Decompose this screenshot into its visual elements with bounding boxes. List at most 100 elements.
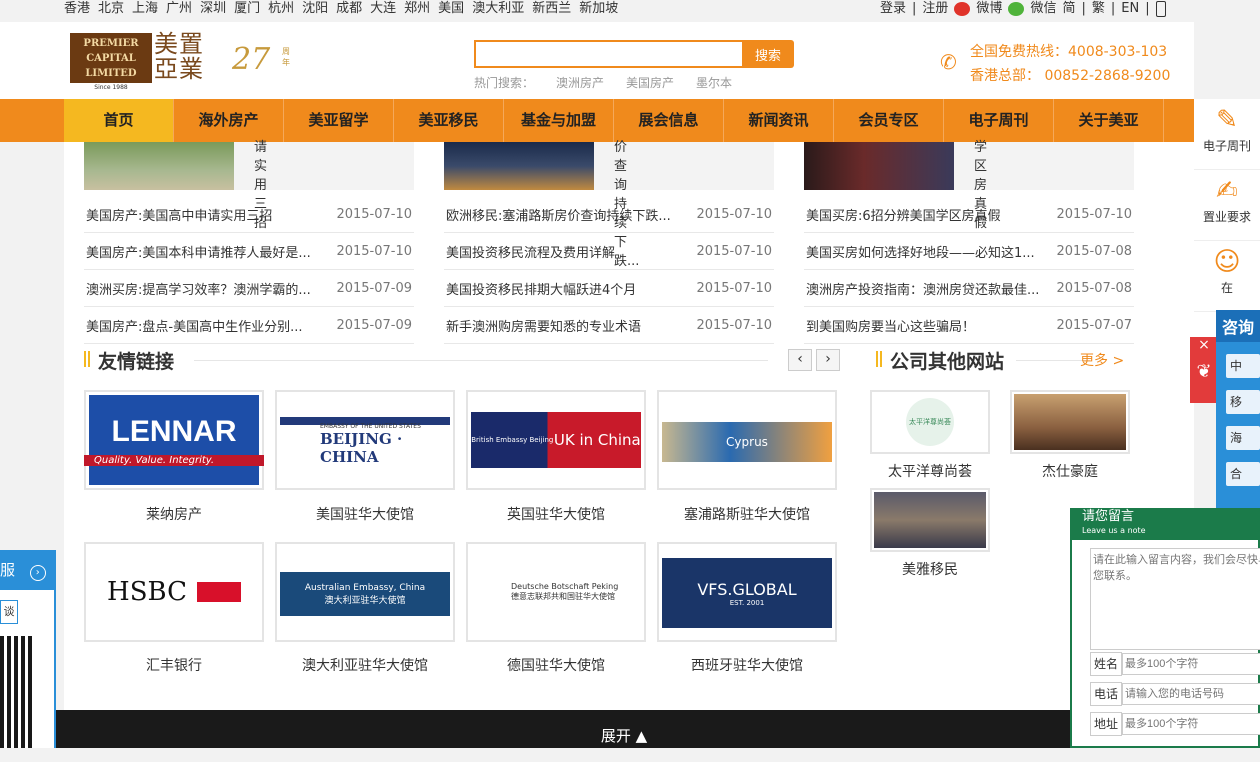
nav-item[interactable]: 关于美亚 [1054, 99, 1164, 142]
site-card[interactable] [1010, 390, 1130, 454]
site-card[interactable]: 太平洋尊尚荟 [870, 390, 990, 454]
news-title[interactable]: 美国投资移民排期大幅跃进4个月 [446, 279, 636, 298]
sidebar-item-online[interactable]: ☺ 在 [1194, 241, 1260, 312]
friend-link-name[interactable]: 塞浦路斯驻华大使馆 [657, 504, 837, 524]
news-row[interactable]: 新手澳洲购房需要知悉的专业术语 2015-07-10 [444, 307, 774, 344]
news-title[interactable]: 澳洲买房:提高学习效率？澳洲学霸的... [86, 279, 311, 298]
consult-item[interactable]: 合 [1226, 462, 1260, 486]
address-field[interactable] [1122, 713, 1260, 735]
city-link[interactable]: 沈阳 [302, 0, 328, 18]
friend-link-name[interactable]: 莱纳房产 [84, 504, 264, 524]
city-link[interactable]: 厦门 [234, 0, 260, 18]
chevron-right-icon[interactable]: › [29, 565, 46, 581]
news-title[interactable]: 新手澳洲购房需要知悉的专业术语 [446, 316, 641, 335]
city-link[interactable]: 美国 [438, 0, 464, 18]
friend-link-card[interactable]: LENNAR Quality. Value. Integrity. [84, 390, 264, 490]
news-row[interactable]: 到美国购房要当心这些骗局！ 2015-07-07 [804, 307, 1134, 344]
news-image[interactable] [444, 142, 594, 190]
friend-link-name[interactable]: 德国驻华大使馆 [466, 655, 646, 675]
news-row[interactable]: 美国买房如何选择好地段——必知这1... 2015-07-08 [804, 233, 1134, 270]
service-header[interactable]: 服 › [0, 550, 54, 590]
english-link[interactable]: EN [1121, 0, 1139, 18]
friend-link-card[interactable]: Deutsche Botschaft Peking 德意志联邦共和国驻华大使馆 [466, 542, 646, 642]
nav-item[interactable]: 电子周刊 [944, 99, 1054, 142]
site-card[interactable] [870, 488, 990, 552]
news-row[interactable]: 美国买房:6招分辨美国学区房真假 2015-07-10 [804, 196, 1134, 233]
news-image[interactable] [84, 142, 234, 190]
close-float-button[interactable]: × ❦ [1190, 337, 1218, 403]
city-link[interactable]: 北京 [98, 0, 124, 18]
nav-item[interactable]: 美亚留学 [284, 99, 394, 142]
city-link[interactable]: 深圳 [200, 0, 226, 18]
news-title[interactable]: 美国房产:盘点-美国高中生作业分别... [86, 316, 302, 335]
news-row[interactable]: 美国房产:美国高中申请实用三招 2015-07-10 [84, 196, 414, 233]
news-row[interactable]: 欧洲移民:塞浦路斯房价查询持续下跌... 2015-07-10 [444, 196, 774, 233]
city-link[interactable]: 杭州 [268, 0, 294, 18]
login-link[interactable]: 登录 [880, 0, 906, 18]
news-title[interactable]: 欧洲移民:塞浦路斯房价查询持续下跌... [446, 205, 671, 224]
wechat-icon[interactable] [1008, 2, 1025, 16]
next-button[interactable]: › [816, 349, 840, 371]
news-row[interactable]: 美国房产:美国本科申请推荐人最好是... 2015-07-10 [84, 233, 414, 270]
search-button[interactable]: 搜索 [742, 40, 794, 68]
news-title[interactable]: 澳洲房产投资指南：澳洲房贷还款最佳... [806, 279, 1039, 298]
nav-item[interactable]: 新闻资讯 [724, 99, 834, 142]
hot-link[interactable]: 墨尔本 [696, 74, 732, 91]
nav-item[interactable]: 首页 [64, 99, 174, 142]
register-link[interactable]: 注册 [922, 0, 948, 18]
friend-link-card[interactable]: British Embassy Beijing UK in China [466, 390, 646, 490]
news-row[interactable]: 澳洲房产投资指南：澳洲房贷还款最佳... 2015-07-08 [804, 270, 1134, 307]
search-input[interactable] [474, 40, 744, 68]
nav-item[interactable]: 海外房产 [174, 99, 284, 142]
logo-chinese[interactable]: 美置亞業 [154, 32, 210, 82]
mobile-icon[interactable] [1155, 1, 1166, 17]
city-link[interactable]: 澳大利亚 [472, 0, 524, 18]
city-link[interactable]: 香港 [64, 0, 90, 18]
consult-item[interactable]: 海 [1226, 426, 1260, 450]
sidebar-item-requirements[interactable]: ✍ 置业要求 [1194, 170, 1260, 241]
more-link[interactable]: 更多 > [1080, 350, 1124, 370]
wechat-link[interactable]: 微信 [1030, 0, 1056, 18]
weibo-icon[interactable] [954, 2, 971, 16]
site-name[interactable]: 太平洋尊尚荟 [870, 461, 990, 481]
friend-link-name[interactable]: 美国驻华大使馆 [275, 504, 455, 524]
city-link[interactable]: 郑州 [404, 0, 430, 18]
news-image[interactable] [804, 142, 954, 190]
city-link[interactable]: 上海 [132, 0, 158, 18]
message-textarea[interactable] [1090, 548, 1260, 650]
weibo-link[interactable]: 微博 [976, 0, 1002, 18]
phone-field[interactable] [1122, 683, 1260, 705]
friend-link-card[interactable]: VFS.GLOBAL EST. 2001 [657, 542, 837, 642]
friend-link-name[interactable]: 英国驻华大使馆 [466, 504, 646, 524]
hot-link[interactable]: 美国房产 [626, 74, 674, 91]
nav-item[interactable]: 基金与加盟 [504, 99, 614, 142]
prev-button[interactable]: ‹ [788, 349, 812, 371]
friend-link-card[interactable]: EMBASSY OF THE UNITED STATES BEIJING · C… [275, 390, 455, 490]
city-link[interactable]: 新西兰 [532, 0, 571, 18]
news-title[interactable]: 美国房产:美国本科申请推荐人最好是... [86, 242, 311, 261]
news-row[interactable]: 美国投资移民排期大幅跃进4个月 2015-07-10 [444, 270, 774, 307]
friend-link-name[interactable]: 西班牙驻华大使馆 [657, 655, 837, 675]
city-link[interactable]: 成都 [336, 0, 362, 18]
site-name[interactable]: 杰仕豪庭 [1010, 461, 1130, 481]
friend-link-name[interactable]: 汇丰银行 [84, 655, 264, 675]
nav-item[interactable]: 会员专区 [834, 99, 944, 142]
city-link[interactable]: 大连 [370, 0, 396, 18]
chat-button[interactable]: 谈 [0, 600, 18, 624]
news-row[interactable]: 美国房产:盘点-美国高中生作业分别... 2015-07-09 [84, 307, 414, 344]
news-row[interactable]: 澳洲买房:提高学习效率？澳洲学霸的... 2015-07-09 [84, 270, 414, 307]
friend-link-card[interactable]: Cyprus [657, 390, 837, 490]
news-title[interactable]: 美国买房:6招分辨美国学区房真假 [806, 205, 1001, 224]
simplified-link[interactable]: 简 [1062, 0, 1075, 18]
consult-item[interactable]: 中 [1226, 354, 1260, 378]
expand-button[interactable]: 展开 ▲ [54, 710, 1194, 748]
hot-link[interactable]: 澳洲房产 [556, 74, 604, 91]
friend-link-name[interactable]: 澳大利亚驻华大使馆 [275, 655, 455, 675]
nav-item[interactable]: 美亚移民 [394, 99, 504, 142]
consult-item[interactable]: 移 [1226, 390, 1260, 414]
close-icon[interactable]: × [1190, 337, 1218, 353]
logo[interactable]: PREMIER CAPITAL LIMITED [70, 33, 152, 83]
news-title[interactable]: 美国投资移民流程及费用详解 [446, 242, 615, 261]
city-link[interactable]: 广州 [166, 0, 192, 18]
name-field[interactable] [1122, 653, 1260, 675]
